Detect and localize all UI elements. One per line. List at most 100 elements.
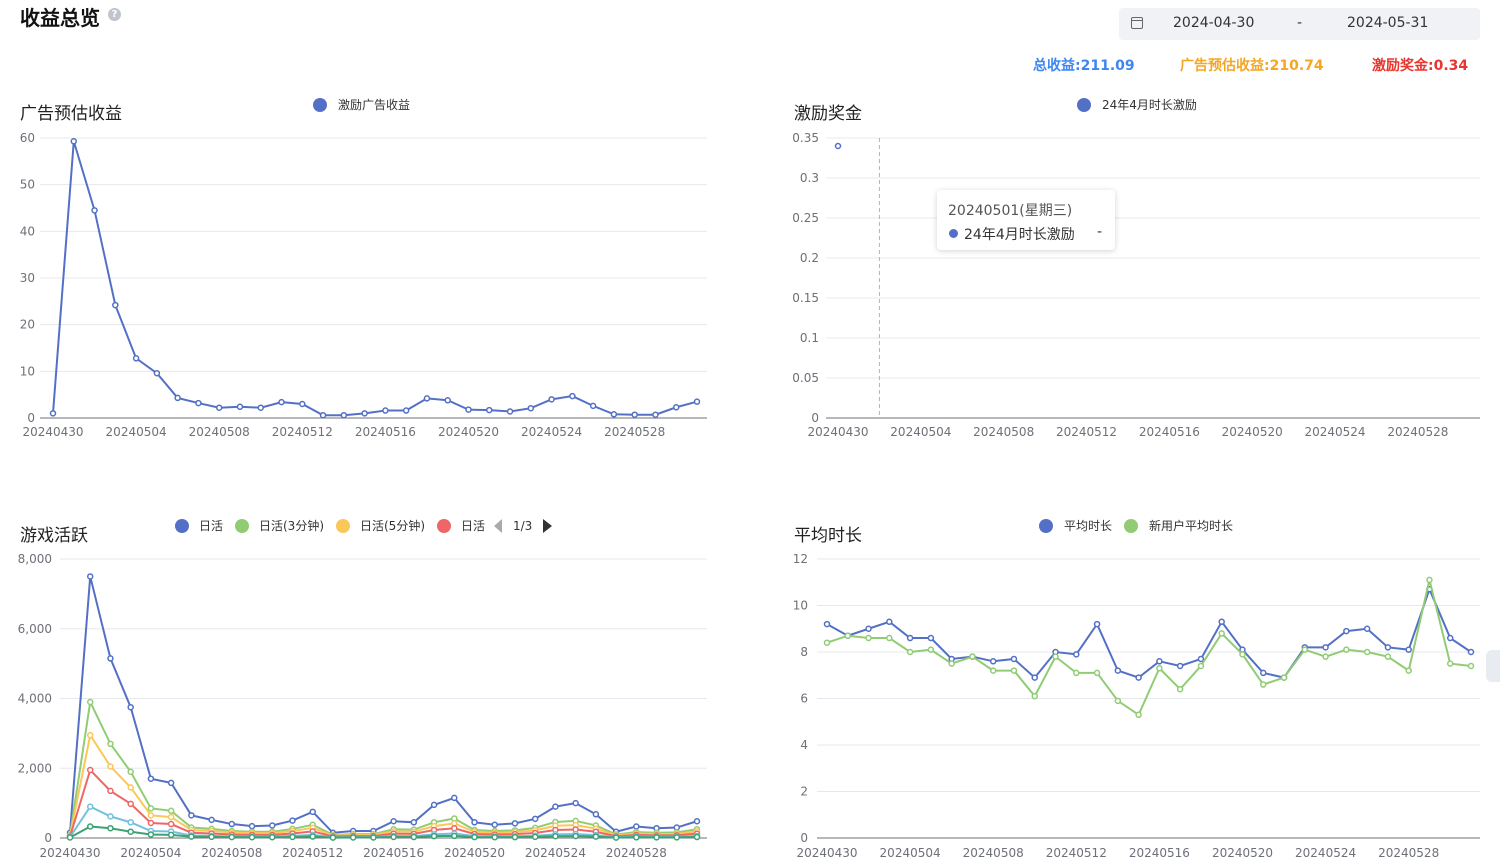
data-point: [865, 634, 872, 642]
legend-label: 新用户平均时长: [1149, 518, 1233, 533]
legend-next-icon: [543, 519, 552, 533]
data-point: [1322, 653, 1329, 660]
legend-page: 1/3: [513, 519, 532, 533]
data-point: [228, 820, 236, 828]
y-tick-label: 2: [800, 785, 808, 799]
series-line: [69, 576, 698, 834]
data-point: [592, 811, 600, 818]
data-point: [589, 402, 597, 410]
data-point: [652, 411, 659, 418]
data-point: [948, 660, 955, 667]
x-tick-label: 20240504: [120, 846, 181, 860]
data-point: [195, 399, 202, 407]
data-point: [1114, 667, 1122, 674]
data-point: [257, 404, 264, 411]
data-point: [906, 648, 914, 656]
data-point: [693, 833, 701, 841]
data-point: [147, 805, 155, 812]
data-point: [1260, 669, 1267, 677]
data-point: [402, 407, 410, 414]
data-point: [370, 834, 377, 841]
data-point: [188, 812, 195, 819]
data-point: [823, 639, 831, 646]
tooltip-date: 20240501(星期三): [948, 203, 1073, 219]
data-point: [423, 395, 431, 402]
star-icon[interactable]: [1486, 650, 1500, 682]
data-point: [612, 834, 620, 841]
data-point: [527, 404, 535, 412]
data-point: [1301, 646, 1309, 653]
data-point: [886, 618, 893, 626]
x-tick-label: 20240512: [272, 425, 333, 439]
data-point: [633, 823, 640, 830]
data-point: [349, 834, 357, 841]
data-point: [1052, 653, 1059, 660]
y-tick-label: 0.3: [800, 171, 819, 185]
y-tick-label: 4,000: [18, 692, 52, 706]
y-tick-label: 20: [20, 318, 35, 332]
data-point: [969, 653, 976, 660]
data-point: [1446, 660, 1454, 667]
data-point: [1093, 620, 1101, 628]
data-point: [451, 824, 458, 832]
data-point: [127, 768, 134, 775]
data-point: [278, 398, 285, 406]
data-point: [1010, 667, 1018, 674]
data-point: [1260, 681, 1267, 688]
chart-duration: 0 2 4 6 8 10 12 20240430 20240504 20240508 2024051…: [793, 518, 1480, 860]
data-point: [1384, 653, 1392, 660]
data-point: [215, 404, 223, 411]
data-point: [228, 833, 236, 841]
data-point: [865, 625, 872, 632]
x-tick-label: 20240504: [880, 846, 941, 860]
legend-prev-icon: [494, 519, 502, 533]
legend-marker: [1077, 98, 1091, 112]
data-point: [1197, 662, 1205, 670]
data-point: [167, 807, 175, 815]
x-tick-label: 20240520: [1222, 425, 1283, 439]
y-tick-label: 8,000: [18, 552, 52, 566]
data-point: [390, 833, 397, 841]
data-point: [410, 819, 418, 826]
y-tick-label: 10: [793, 599, 808, 613]
x-tick-label: 20240528: [606, 846, 667, 860]
legend-label: 激励广告收益: [338, 98, 410, 112]
y-tick-label: 0: [44, 831, 52, 845]
data-point: [1093, 669, 1101, 677]
data-point: [1218, 618, 1225, 626]
data-point: [823, 620, 831, 628]
data-point: [693, 398, 701, 405]
data-point: [208, 816, 215, 824]
data-point: [329, 834, 337, 841]
y-tick-label: 0.35: [792, 131, 819, 145]
data-point: [444, 397, 451, 404]
data-point: [410, 833, 418, 841]
y-tick-label: 6: [800, 692, 808, 706]
data-point: [491, 821, 498, 828]
data-point: [1280, 674, 1288, 681]
data-point: [1073, 651, 1080, 658]
legend-label: 日活(3分钟): [259, 518, 324, 533]
x-tick-label: 20240520: [444, 846, 505, 860]
data-point: [430, 832, 438, 840]
data-point: [592, 833, 600, 840]
data-point: [127, 828, 134, 835]
data-point: [147, 775, 155, 782]
y-tick-label: 10: [20, 364, 35, 378]
x-tick-label: 20240516: [1129, 846, 1190, 860]
data-point: [107, 655, 114, 662]
data-point: [1218, 630, 1225, 637]
data-point: [147, 819, 155, 827]
x-tick-label: 20240508: [201, 846, 262, 860]
data-point: [1073, 669, 1080, 677]
data-point: [167, 813, 175, 821]
y-tick-label: 4: [800, 738, 808, 752]
y-tick-label: 2,000: [18, 761, 52, 775]
data-point: [1176, 662, 1184, 670]
data-point: [1363, 648, 1371, 656]
x-tick-label: 20240508: [963, 846, 1024, 860]
data-point: [188, 833, 195, 840]
data-point: [86, 766, 94, 774]
data-point: [107, 787, 114, 795]
x-tick-label: 20240512: [1056, 425, 1117, 439]
